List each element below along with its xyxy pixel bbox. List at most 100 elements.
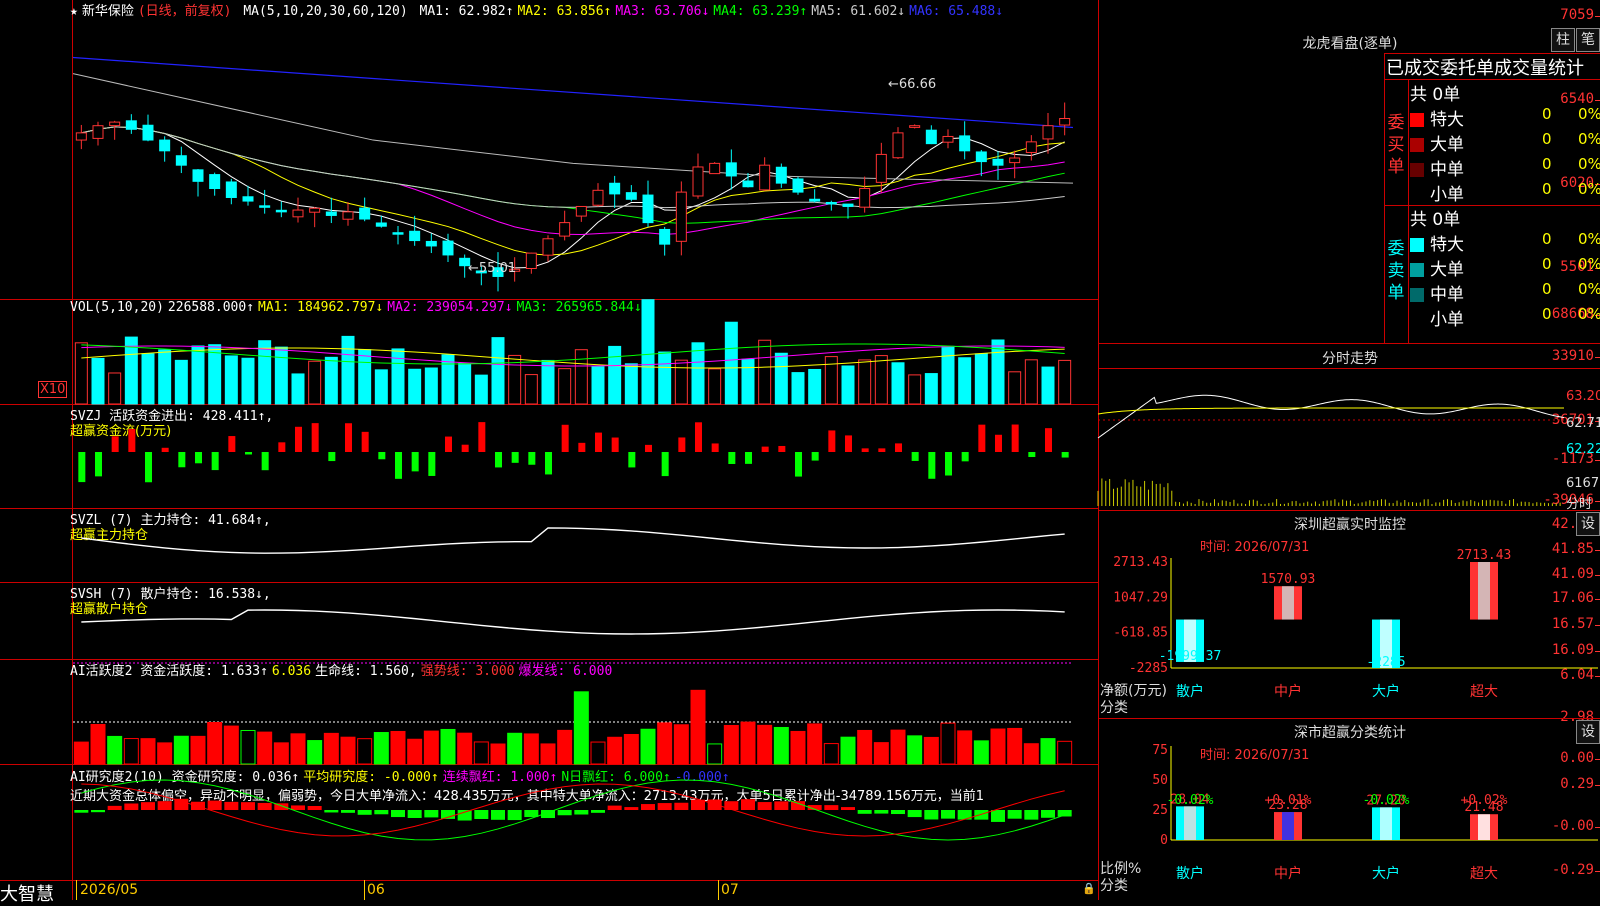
- volume-bar: [308, 360, 322, 405]
- research-bar: [857, 810, 872, 814]
- volume-bar: [591, 366, 605, 405]
- research-bar: [1024, 810, 1039, 820]
- intraday-chart[interactable]: [1097, 368, 1565, 508]
- research-bar: [624, 807, 639, 810]
- research-bar: [607, 805, 622, 810]
- fund-flow-bar: [361, 431, 369, 452]
- volume-bar: [924, 373, 938, 405]
- buy-swatch-1: [1410, 138, 1424, 152]
- x-axis-0: 2026/05: [80, 882, 139, 898]
- delta-label-3: +0.02%: [1461, 793, 1508, 808]
- brand-logo[interactable]: 大智慧: [0, 880, 54, 906]
- candle-body: [242, 196, 254, 202]
- sz-net-chart[interactable]: 2713.43 1047.29 -618.85 -2285 -1999.37 散户 1570…: [1098, 548, 1600, 720]
- sell-label-0: 特大: [1430, 235, 1464, 255]
- activity-bar: [507, 732, 523, 765]
- sz-class-settings-button[interactable]: 设: [1576, 720, 1600, 744]
- research-bar: [107, 805, 122, 810]
- research-bar: [641, 804, 655, 810]
- lock-icon[interactable]: 🔒: [1082, 882, 1096, 895]
- fund-flow-bar: [128, 428, 136, 452]
- bar-label-2: -2285: [1366, 655, 1405, 670]
- axis-label-2: -618.85: [1113, 626, 1168, 641]
- axis-label-0: 75: [1152, 743, 1168, 758]
- volume-bar: [958, 357, 972, 405]
- volume-bar: [1008, 371, 1022, 405]
- research-bar: [874, 810, 889, 814]
- activity-bar: [157, 742, 173, 765]
- candle-body: [692, 166, 704, 197]
- activity-bar: [740, 721, 756, 765]
- activity-bar: [907, 735, 923, 765]
- activity-bar: [773, 726, 789, 765]
- activity-bar: [790, 730, 806, 765]
- activity-bar: [423, 730, 439, 765]
- activity-bar: [557, 729, 573, 765]
- buy-label-1: 大单: [1430, 135, 1464, 155]
- intraday-axis-1: 62.71: [1566, 416, 1600, 431]
- star-icon[interactable]: ★: [70, 4, 78, 19]
- volume-bar: [624, 363, 638, 405]
- sell-label-2: 中单: [1430, 285, 1464, 305]
- activity-bar: [823, 743, 839, 765]
- sell-row-1: 大单 0 0%: [1410, 255, 1600, 280]
- sz-ratio-chart[interactable]: 755025028.04散户23.28中户27.20大户21.48超大-0.02…: [1098, 743, 1600, 900]
- activity-bar: [873, 742, 889, 765]
- sell-value-3: 0: [1542, 305, 1552, 323]
- activity-bar: [657, 722, 673, 765]
- fund-flow-chart[interactable]: [73, 404, 1097, 508]
- volume-bar: [74, 342, 88, 405]
- buy-value-0: 0: [1542, 105, 1552, 123]
- ma-value-1: MA2: 63.856↑: [517, 4, 612, 19]
- fund-flow-bar: [278, 442, 286, 452]
- activity-bar: [240, 729, 256, 765]
- buy-value-3: 0: [1542, 180, 1552, 198]
- sell-swatch-3: [1410, 313, 1424, 327]
- sell-swatch-2: [1410, 288, 1424, 302]
- candlestick-chart[interactable]: [72, 18, 1097, 298]
- volume-bar: [224, 355, 238, 405]
- ma-header: ★ 新华保险 (日线，前复权) MA(5,10,20,30,60,120) MA1:…: [70, 0, 1011, 19]
- sz-monitor-settings-button[interactable]: 设: [1576, 512, 1600, 536]
- retail-position-chart[interactable]: [73, 582, 1097, 659]
- bar-mode-button[interactable]: 柱: [1551, 28, 1575, 52]
- activity-bar: [840, 736, 856, 765]
- candle-body: [642, 194, 654, 224]
- tick-mode-button[interactable]: 笔: [1576, 28, 1600, 52]
- price-axis-0: 7059: [1560, 7, 1600, 23]
- volume-bar: [258, 340, 272, 405]
- research-bar: [907, 810, 922, 818]
- sell-value-1: 0: [1542, 255, 1552, 273]
- research-bar: [407, 810, 422, 818]
- activity-bar: [140, 738, 156, 765]
- fund-flow-bar: [661, 452, 669, 477]
- fund-flow-bar: [878, 448, 886, 452]
- sell-swatch-0: [1410, 238, 1424, 252]
- volume-bar: [191, 345, 205, 405]
- high-annotation: ←66.66: [888, 77, 937, 92]
- category-2: 大户: [1372, 683, 1400, 700]
- research-bar: [74, 810, 89, 813]
- activity-bar: [573, 691, 589, 765]
- activity-chart[interactable]: [73, 659, 1097, 765]
- sz-monitor-title: 深圳超赢实时监控: [1294, 517, 1406, 533]
- research-bar: [141, 802, 155, 810]
- research-bar: [391, 810, 405, 818]
- bar-label-1: 1570.93: [1261, 572, 1316, 587]
- research-bar: [507, 810, 522, 821]
- research-chart[interactable]: [73, 764, 1097, 880]
- ma-line-6: [72, 56, 1074, 129]
- period-label[interactable]: (日线，前复权): [138, 4, 232, 19]
- activity-bar: [223, 725, 239, 765]
- research-bar: [674, 802, 689, 810]
- activity-bar: [357, 738, 373, 765]
- vol-axis-1: 33910: [1551, 348, 1600, 364]
- volume-bar: [774, 352, 788, 405]
- volume-bar: [458, 362, 472, 405]
- candle-body: [992, 158, 1004, 166]
- volume-chart[interactable]: [73, 299, 1097, 405]
- main-position-chart[interactable]: [73, 508, 1097, 582]
- candle-body: [775, 166, 787, 184]
- research-bar: [474, 810, 489, 820]
- candle-body: [859, 188, 871, 208]
